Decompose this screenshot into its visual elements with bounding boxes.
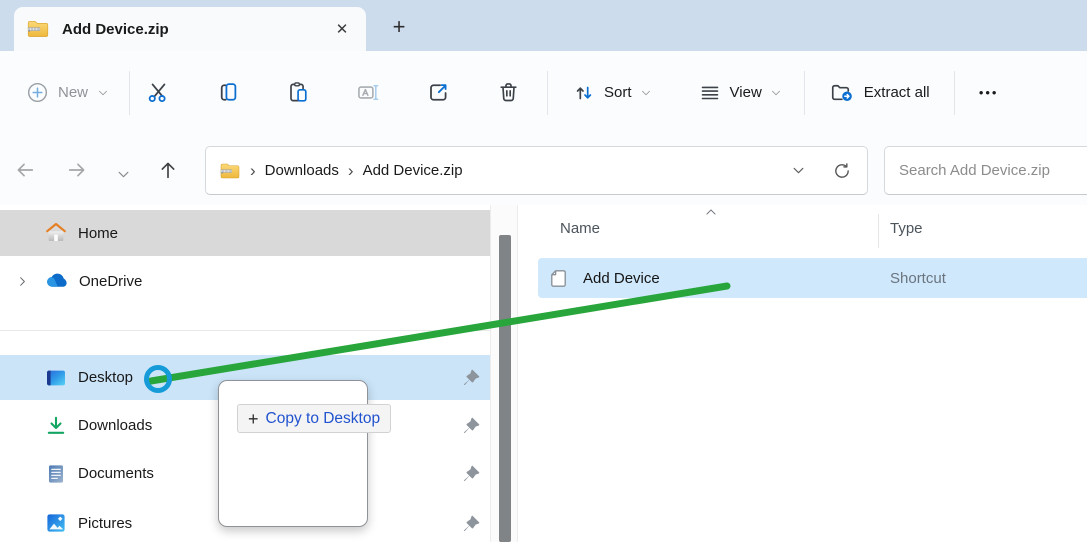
pin-icon (463, 465, 480, 482)
file-explorer-window: Add Device.zip ✕ + New (0, 0, 1087, 542)
view-button-label: View (730, 84, 762, 101)
chevron-down-icon (791, 163, 806, 178)
toolbar-separator (954, 71, 955, 115)
new-button-label: New (58, 84, 88, 101)
chevron-down-icon (770, 87, 782, 99)
delete-icon (496, 80, 521, 105)
desktop-icon (44, 366, 68, 390)
sidebar-scrollbar[interactable] (490, 205, 518, 542)
sidebar-item-label: Documents (78, 465, 154, 482)
documents-icon (44, 462, 68, 486)
extract-all-button[interactable]: Extract all (819, 72, 940, 113)
address-dropdown-button[interactable] (783, 156, 813, 186)
scrollbar-thumb[interactable] (499, 235, 511, 542)
command-bar: New Sort (0, 51, 1087, 134)
expand-chevron-icon[interactable] (0, 275, 44, 288)
pin-icon (463, 515, 480, 532)
tab-add-device-zip[interactable]: Add Device.zip ✕ (14, 7, 366, 51)
copy-button[interactable] (204, 69, 252, 117)
extract-all-label: Extract all (864, 84, 930, 101)
clipboard-button-group (134, 69, 532, 117)
refresh-icon (832, 161, 852, 181)
file-name: Add Device (583, 270, 660, 287)
cut-button[interactable] (134, 69, 182, 117)
rename-button[interactable] (344, 69, 392, 117)
column-header-type[interactable]: Type (890, 220, 923, 237)
breadcrumb-downloads[interactable]: Downloads (265, 162, 339, 179)
file-icon (547, 267, 570, 290)
tab-bar: Add Device.zip ✕ + (0, 0, 1087, 51)
extract-folder-icon (829, 80, 854, 105)
chevron-right-icon (16, 275, 29, 288)
column-separator[interactable] (878, 214, 879, 248)
address-bar-row: › Downloads › Add Device.zip (0, 134, 1087, 205)
sort-arrows-icon (572, 81, 596, 105)
onedrive-cloud-icon (44, 269, 69, 294)
delete-button[interactable] (484, 69, 532, 117)
tab-title: Add Device.zip (62, 21, 169, 38)
up-button[interactable] (157, 159, 179, 181)
more-options-button[interactable]: ••• (969, 73, 1009, 113)
chevron-down-icon (97, 87, 109, 99)
address-bar[interactable]: › Downloads › Add Device.zip (205, 146, 868, 195)
tab-close-icon[interactable]: ✕ (328, 15, 356, 43)
sidebar-item-label: Downloads (78, 417, 152, 434)
sidebar-divider (0, 330, 490, 331)
drag-ghost-box (218, 380, 368, 527)
paste-icon (286, 80, 311, 105)
share-icon (426, 80, 451, 105)
sidebar-item-onedrive[interactable]: OneDrive (0, 258, 490, 304)
home-icon (44, 221, 68, 245)
downloads-icon (44, 414, 68, 438)
zip-folder-icon (26, 17, 50, 41)
file-list-pane: Name Type Add Device Shortcut (518, 205, 1087, 542)
plus-circle-icon (26, 81, 49, 104)
arrow-up-icon (157, 159, 179, 181)
sidebar-item-label: Desktop (78, 369, 133, 386)
breadcrumb-separator: › (348, 161, 354, 181)
rename-icon (356, 80, 381, 105)
view-lines-icon (698, 81, 722, 105)
breadcrumb-add-device-zip[interactable]: Add Device.zip (363, 162, 463, 179)
toolbar-separator (129, 71, 130, 115)
new-tab-button[interactable]: + (384, 12, 414, 42)
view-button[interactable]: View (688, 73, 792, 113)
breadcrumb-separator: › (250, 161, 256, 181)
forward-button[interactable] (66, 159, 88, 181)
pin-icon (463, 417, 480, 434)
share-button[interactable] (414, 69, 462, 117)
search-input[interactable] (885, 147, 1087, 194)
refresh-button[interactable] (827, 156, 857, 186)
new-button[interactable]: New (16, 73, 119, 112)
sidebar-item-label: OneDrive (79, 273, 142, 290)
sidebar-item-home[interactable]: Home (0, 210, 490, 256)
file-type: Shortcut (890, 270, 946, 287)
sidebar-item-label: Home (78, 225, 118, 242)
sidebar-item-label: Pictures (78, 515, 132, 532)
sort-button[interactable]: Sort (562, 73, 662, 113)
file-row-add-device[interactable]: Add Device Shortcut (538, 258, 1087, 298)
chevron-down-icon (640, 87, 652, 99)
zip-folder-icon (219, 160, 241, 182)
sort-button-label: Sort (604, 84, 632, 101)
copy-icon (216, 80, 241, 105)
pin-icon (463, 369, 480, 386)
toolbar-separator (547, 71, 548, 115)
copy-tooltip-label: Copy to Desktop (266, 410, 381, 428)
search-box (884, 146, 1087, 195)
back-button[interactable] (14, 159, 36, 181)
copy-to-desktop-tooltip: + Copy to Desktop (237, 404, 391, 433)
paste-button[interactable] (274, 69, 322, 117)
chevron-down-icon (116, 167, 131, 182)
recent-locations-button[interactable] (112, 163, 134, 185)
arrow-right-icon (66, 159, 88, 181)
toolbar-separator (804, 71, 805, 115)
arrow-left-icon (14, 159, 36, 181)
cut-icon (146, 80, 171, 105)
column-header-name[interactable]: Name (560, 220, 600, 237)
sort-ascending-icon (704, 205, 718, 219)
pictures-icon (44, 511, 68, 535)
plus-icon: + (248, 410, 259, 428)
